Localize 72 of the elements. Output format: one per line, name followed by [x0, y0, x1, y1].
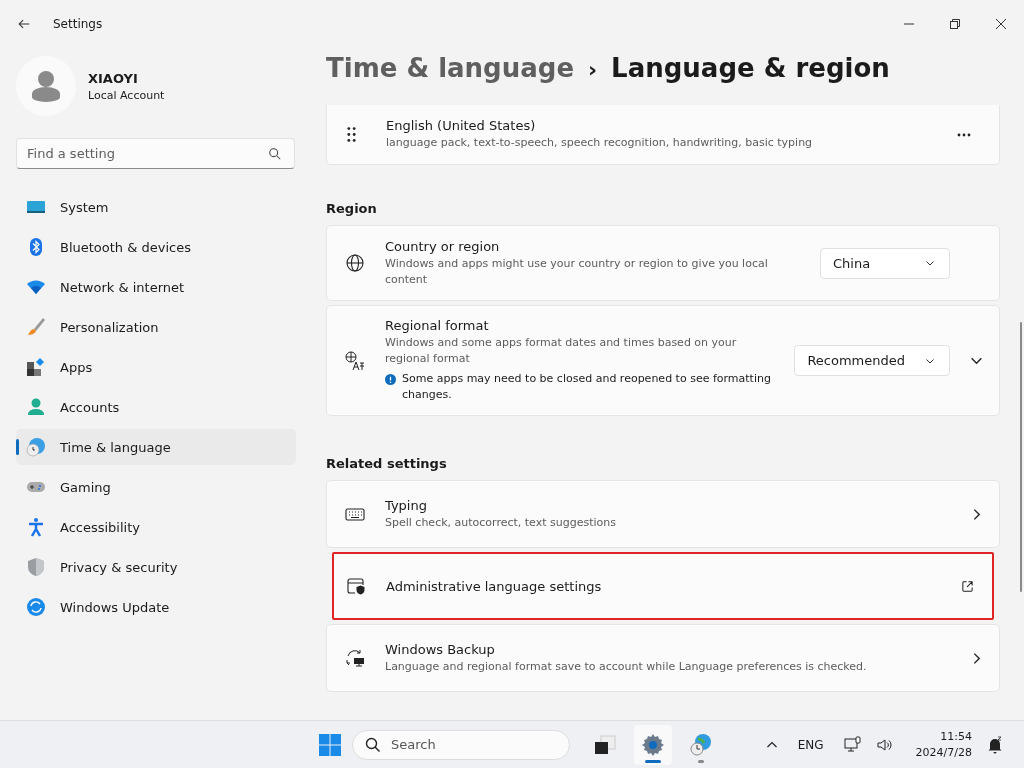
setting-link-card[interactable]: Typing Spell check, autocorrect, text suggestions [326, 480, 1000, 548]
info-icon [385, 374, 396, 385]
gear-icon [641, 732, 665, 757]
close-icon[interactable] [996, 19, 1006, 29]
setting-title: Administrative language settings [386, 578, 603, 594]
sidebar-item[interactable]: Windows Update [16, 589, 296, 625]
taskbar-search-field[interactable]: Search [391, 730, 557, 759]
setting-description: Windows and apps might use your country or region to give you local content [385, 255, 769, 288]
setting-link-card[interactable]: Administrative language settings [332, 552, 994, 620]
settings-search-field[interactable]: Find a setting [27, 139, 268, 168]
clock-date[interactable]: 2024/7/28 [915, 744, 972, 761]
window-shield-icon [346, 576, 366, 596]
more-options-icon[interactable] [957, 132, 971, 137]
shield-icon [26, 557, 46, 577]
dropdown[interactable]: China [820, 247, 950, 279]
page-title: Language & region [611, 53, 890, 83]
sidebar-item[interactable]: Accounts [16, 389, 296, 425]
dropdown[interactable]: Recommended [794, 345, 950, 376]
windows-start-icon[interactable] [318, 732, 342, 757]
language-name: English (United States) [386, 118, 537, 133]
drag-handle-icon[interactable] [347, 127, 356, 142]
notification-bell-icon[interactable] [986, 735, 1004, 754]
setting-title: Regional format [385, 318, 490, 333]
person-icon [26, 397, 46, 417]
sidebar-item[interactable]: Apps [16, 349, 296, 385]
account-type: Local Account [88, 88, 165, 102]
sidebar-item[interactable]: Network & internet [16, 269, 296, 305]
section-heading: Related settings [326, 456, 448, 471]
task-view-icon [593, 732, 617, 757]
back-icon[interactable] [17, 17, 31, 31]
setting-title: Country or region [385, 238, 501, 254]
sidebar-item[interactable]: Accessibility [16, 509, 296, 545]
info-note: Some apps may need to be closed and reopened to see formatting changes. [402, 371, 772, 403]
window-title: Settings [53, 17, 103, 31]
accessibility-icon [26, 517, 46, 537]
sidebar-item[interactable]: Bluetooth & devices [16, 229, 296, 265]
chevron-down-icon [925, 258, 935, 268]
setting-description: Language and regional format save to account while Language preferences is checked. [385, 658, 868, 675]
sidebar-item[interactable]: Privacy & security [16, 549, 296, 585]
avatar-icon [16, 56, 76, 116]
globe-clock-icon [689, 732, 713, 757]
language-features: language pack, text-to-speech, speech recognition, handwriting, basic typing [386, 135, 814, 151]
external-link-icon [961, 579, 974, 593]
search-box[interactable]: Find a setting [16, 138, 295, 169]
sync-monitor-icon [345, 648, 365, 668]
taskbar-search-box[interactable]: Search [352, 729, 570, 760]
refresh-icon [26, 597, 46, 617]
setting-description: Spell check, autocorrect, text suggestions [385, 514, 617, 531]
language-format-icon [345, 350, 365, 371]
apps-icon [26, 357, 46, 377]
sidebar-item[interactable]: Personalization [16, 309, 296, 345]
paintbrush-icon [26, 317, 46, 337]
account-name: XIAOYI [88, 70, 139, 86]
search-icon [365, 736, 381, 753]
input-language[interactable]: ENG [797, 737, 824, 752]
network-icon[interactable] [843, 735, 862, 754]
globe-clock-icon [26, 437, 46, 457]
section-heading: Region [326, 201, 378, 216]
setting-title: Typing [385, 497, 428, 513]
clock-time[interactable]: 11:54 [940, 728, 972, 745]
setting-title: Windows Backup [385, 641, 496, 657]
setting-description: Windows and some apps format dates and times based on your regional format [385, 335, 738, 367]
breadcrumb-separator: › [588, 57, 598, 82]
sidebar-item[interactable]: Gaming [16, 469, 296, 505]
globe-icon [345, 253, 365, 273]
sidebar-item[interactable]: Time & language [16, 429, 296, 465]
search-icon [268, 146, 282, 161]
scrollbar[interactable] [1020, 322, 1022, 592]
sidebar-item[interactable]: System [16, 189, 296, 225]
restore-icon[interactable] [950, 19, 960, 29]
setting-link-card[interactable]: Windows Backup Language and regional format save to account while Language preferences is checked. [326, 624, 1000, 692]
breadcrumb-parent[interactable]: Time & language [326, 53, 575, 83]
